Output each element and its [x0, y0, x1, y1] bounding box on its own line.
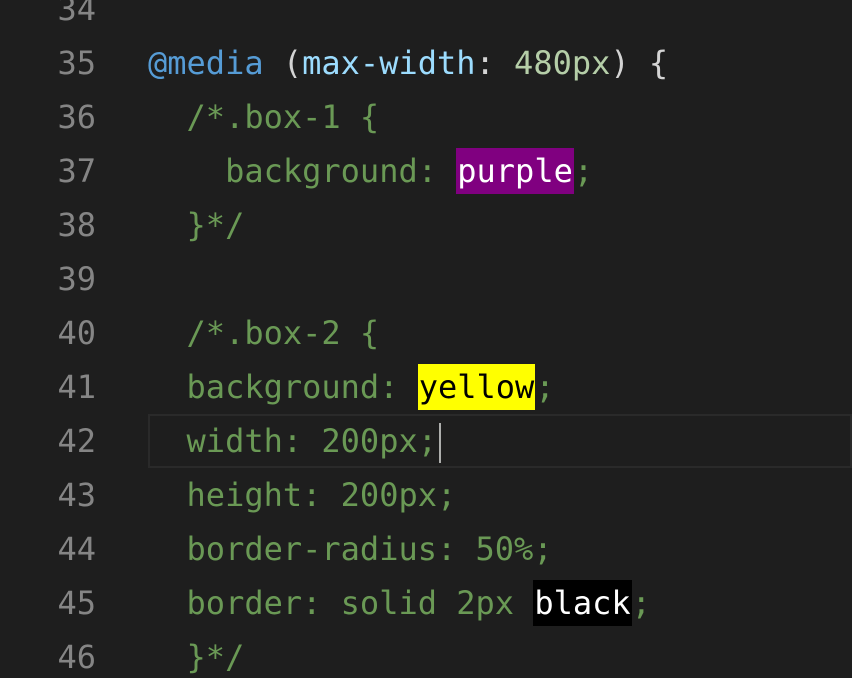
colon: : [475, 44, 515, 82]
comment-text: height: 200px; [186, 476, 457, 514]
media-value: 480px [514, 44, 611, 82]
comment-text: width: 200px; [186, 422, 437, 460]
line-number: 36 [57, 98, 96, 136]
text-cursor [438, 423, 441, 463]
comment-text: }*/ [186, 206, 245, 244]
comment-text: background: [186, 368, 418, 406]
at-rule-keyword: @media [148, 44, 264, 82]
code-line-45[interactable]: border: solid 2px black; [148, 576, 852, 630]
line-number: 35 [57, 44, 96, 82]
code-line-36[interactable]: /*.box-1 { [148, 90, 852, 144]
open-paren: ( [263, 44, 303, 82]
line-number: 45 [57, 584, 96, 622]
code-line-46[interactable]: }*/ [148, 630, 852, 678]
line-number-gutter: 34 35 36 37 38 39 40 41 42 43 44 45 46 [0, 0, 120, 678]
code-line-37[interactable]: background: purple; [148, 144, 852, 198]
code-line-35[interactable]: @media (max-width: 480px) { [148, 36, 852, 90]
close-brace: ) { [610, 44, 669, 82]
code-line-34[interactable] [148, 0, 852, 36]
comment-text: /*.box-1 { [186, 98, 380, 136]
code-line-38[interactable]: }*/ [148, 198, 852, 252]
comment-text: border: solid 2px [186, 584, 534, 622]
code-line-39[interactable] [148, 252, 852, 306]
line-number: 41 [57, 368, 96, 406]
line-number: 37 [57, 152, 96, 190]
code-line-41[interactable]: background: yellow; [148, 360, 852, 414]
comment-text: background: [225, 152, 457, 190]
code-line-43[interactable]: height: 200px; [148, 468, 852, 522]
line-number: 34 [57, 0, 96, 28]
line-number: 46 [57, 638, 96, 676]
code-line-40[interactable]: /*.box-2 { [148, 306, 852, 360]
color-swatch-black: black [533, 580, 632, 626]
comment-text: border-radius: 50%; [186, 530, 553, 568]
line-number: 43 [57, 476, 96, 514]
line-number: 42 [57, 422, 96, 460]
color-swatch-purple: purple [456, 148, 574, 194]
comment-text: }*/ [186, 638, 245, 676]
line-number: 39 [57, 260, 96, 298]
comment-text: /*.box-2 { [186, 314, 380, 352]
comment-text: ; [631, 584, 651, 622]
media-feature: max-width [302, 44, 476, 82]
color-swatch-yellow: yellow [417, 364, 536, 410]
comment-text: ; [535, 368, 555, 406]
code-line-42-current[interactable]: width: 200px; [148, 414, 852, 468]
line-number: 44 [57, 530, 96, 568]
line-number: 40 [57, 314, 96, 352]
code-area[interactable]: @media (max-width: 480px) { /*.box-1 { b… [148, 0, 852, 678]
code-line-44[interactable]: border-radius: 50%; [148, 522, 852, 576]
code-editor[interactable]: 34 35 36 37 38 39 40 41 42 43 44 45 46 @… [0, 0, 852, 678]
comment-text: ; [573, 152, 594, 190]
line-number: 38 [57, 206, 96, 244]
